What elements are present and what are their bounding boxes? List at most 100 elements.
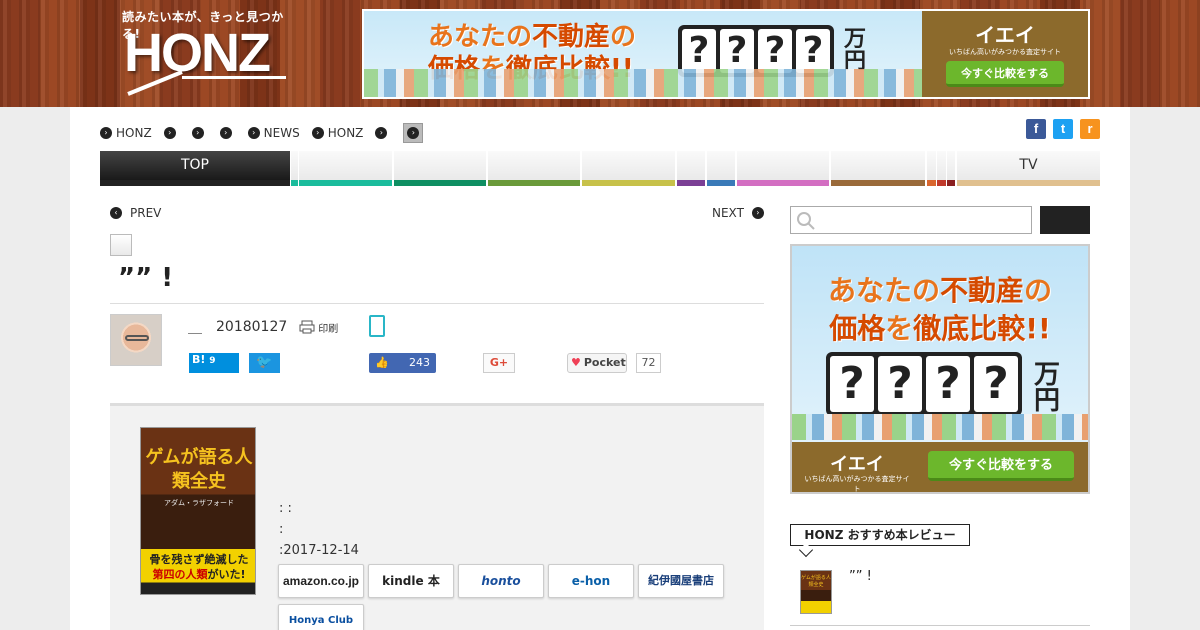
pocket-icon: ♥ bbox=[571, 356, 581, 369]
ad-brand: イエイ bbox=[975, 23, 1035, 47]
author-avatar[interactable] bbox=[110, 314, 162, 366]
store-honyaclub-button[interactable]: Honya Club bbox=[278, 604, 364, 630]
facebook-icon[interactable]: f bbox=[1026, 119, 1046, 139]
facebook-like-button[interactable]: 👍 243 bbox=[369, 353, 436, 373]
social-links: f t r bbox=[1026, 119, 1100, 139]
breadcrumb-item[interactable]: › HONZ bbox=[100, 126, 152, 140]
search-input[interactable] bbox=[790, 206, 1032, 234]
google-plus-button[interactable]: G+ bbox=[483, 353, 515, 373]
chevron-right-icon: › bbox=[247, 127, 260, 139]
ad-cta-button[interactable]: 今すぐ比較をする bbox=[928, 451, 1074, 481]
tab-color-bar bbox=[394, 180, 486, 186]
ad-question-marks: ???? bbox=[826, 352, 1022, 416]
breadcrumb-item[interactable]: › HONZ bbox=[311, 126, 363, 140]
bookmark-icon[interactable] bbox=[369, 315, 385, 337]
search-button[interactable] bbox=[1040, 206, 1090, 234]
tab-category[interactable] bbox=[937, 151, 946, 186]
tab-category[interactable] bbox=[488, 151, 580, 186]
breadcrumb-item[interactable]: › bbox=[191, 127, 208, 139]
tab-color-bar bbox=[291, 180, 298, 186]
printer-icon bbox=[299, 320, 315, 334]
ad-brand-sub: いちばん高いがみつかる査定サイト bbox=[949, 48, 1061, 56]
ad-copy: あなたの不動産の 価格を徹底比較!! bbox=[827, 274, 1053, 345]
next-link[interactable]: NEXT › bbox=[712, 206, 764, 220]
article-meta: ＿ 20180127 印刷 bbox=[188, 317, 338, 337]
divider bbox=[790, 625, 1090, 626]
tab-tv[interactable]: TV bbox=[957, 151, 1100, 186]
header-ad-banner[interactable]: あなたの不動産の 価格を徹底比較!! ???? 万円 イエイ いちばん高いがみつ… bbox=[362, 9, 1090, 99]
breadcrumb-item[interactable]: › bbox=[163, 127, 180, 139]
thumbs-up-icon: 👍 bbox=[375, 356, 389, 369]
book-release-date: :2017-12-14 bbox=[279, 543, 359, 558]
book-cover[interactable]: ゲムが語る人類全史 アダム・ラザフォード 骨を残さず絶滅した 第四の人類がいた! bbox=[140, 427, 256, 595]
sidebar-ad-banner[interactable]: あなたの不動産の 価格を徹底比較!! ???? 万円 イエイ いちばん高いがみつ… bbox=[790, 244, 1090, 494]
tab-category[interactable] bbox=[707, 151, 735, 186]
book-author-line: : : bbox=[279, 501, 292, 516]
chevron-right-icon: › bbox=[375, 127, 388, 139]
chevron-right-icon: › bbox=[751, 207, 764, 219]
tab-color-bar bbox=[737, 180, 829, 186]
pocket-button[interactable]: ♥ Pocket bbox=[567, 353, 627, 373]
tab-color-bar bbox=[707, 180, 735, 186]
twitter-icon: 🐦 bbox=[256, 355, 273, 370]
breadcrumb-current: › bbox=[403, 123, 424, 143]
sidebar-book-thumbnail[interactable]: ゲムが語る人類全史 bbox=[800, 570, 832, 614]
site-logo[interactable]: 読みたい本が、きっと見つかる! HONZ bbox=[122, 8, 292, 100]
store-kinokuniya-button[interactable]: 紀伊國屋書店 bbox=[638, 564, 724, 598]
ad-unit: 万円 bbox=[1033, 360, 1060, 416]
tweet-button[interactable]: 🐦 bbox=[249, 353, 280, 373]
tab-category[interactable] bbox=[394, 151, 486, 186]
category-badge[interactable] bbox=[110, 234, 132, 256]
chevron-right-icon: › bbox=[407, 127, 420, 139]
tab-color-bar bbox=[831, 180, 925, 186]
tab-color-bar bbox=[488, 180, 580, 186]
sidebar-heading: HONZ おすすめ本レビュー bbox=[790, 524, 970, 558]
search-icon bbox=[797, 212, 815, 230]
tab-color-bar bbox=[299, 180, 392, 186]
print-button[interactable]: 印刷 bbox=[299, 320, 338, 335]
divider bbox=[110, 303, 764, 304]
tab-category[interactable] bbox=[737, 151, 829, 186]
sidebar-book-title[interactable]: ”” ! bbox=[849, 569, 872, 584]
ad-cityscape bbox=[364, 69, 922, 97]
category-tabs: TOP TV bbox=[100, 151, 1100, 186]
tab-category[interactable] bbox=[582, 151, 675, 186]
book-publisher-line: : bbox=[279, 522, 284, 537]
chevron-left-icon: ‹ bbox=[110, 207, 122, 219]
ad-unit: 万円 bbox=[843, 27, 866, 74]
tab-color-bar bbox=[937, 180, 946, 186]
tab-top[interactable]: TOP bbox=[100, 151, 290, 186]
pocket-count: 72 bbox=[636, 353, 661, 373]
article-title: ”” ! bbox=[118, 263, 174, 293]
tab-category[interactable] bbox=[927, 151, 936, 186]
hatena-bookmark-button[interactable]: B! 9 bbox=[189, 353, 239, 373]
author-name[interactable]: ＿ bbox=[188, 317, 202, 337]
ad-cta-button[interactable]: 今すぐ比較をする bbox=[946, 61, 1064, 87]
tab-category[interactable] bbox=[299, 151, 392, 186]
tab-category[interactable] bbox=[677, 151, 705, 186]
store-ehon-button[interactable]: e-hon bbox=[548, 564, 634, 598]
twitter-icon[interactable]: t bbox=[1053, 119, 1073, 139]
breadcrumb-item[interactable]: › bbox=[375, 127, 391, 139]
breadcrumb-item[interactable]: › bbox=[219, 127, 236, 139]
tab-color-bar bbox=[100, 180, 290, 186]
tab-category[interactable] bbox=[831, 151, 925, 186]
book-info-box: ゲムが語る人類全史 アダム・ラザフォード 骨を残さず絶滅した 第四の人類がいた! … bbox=[110, 403, 764, 630]
tab-color-bar bbox=[677, 180, 705, 186]
content-panel: › HONZ › › › › NEWS › HONZ › › f t r TOP TV… bbox=[70, 107, 1130, 630]
breadcrumb-item[interactable]: › NEWS bbox=[247, 126, 300, 140]
ad-cityscape bbox=[792, 414, 1088, 440]
article-date: 20180127 bbox=[216, 319, 288, 335]
ad-brand-sub: いちばん高いがみつかる査定サイト bbox=[804, 475, 910, 493]
store-amazon-button[interactable]: amazon.co.jp bbox=[278, 564, 364, 598]
rss-icon[interactable]: r bbox=[1080, 119, 1100, 139]
store-honto-button[interactable]: honto bbox=[458, 564, 544, 598]
tab-category[interactable] bbox=[947, 151, 955, 186]
chevron-right-icon: › bbox=[191, 127, 204, 139]
tab-category[interactable] bbox=[291, 151, 298, 186]
ad-brand: イエイ bbox=[830, 454, 884, 475]
chevron-right-icon: › bbox=[311, 127, 324, 139]
store-kindle-button[interactable]: kindle 本 bbox=[368, 564, 454, 598]
prev-link[interactable]: ‹ PREV bbox=[110, 206, 161, 220]
chevron-right-icon: › bbox=[163, 127, 176, 139]
